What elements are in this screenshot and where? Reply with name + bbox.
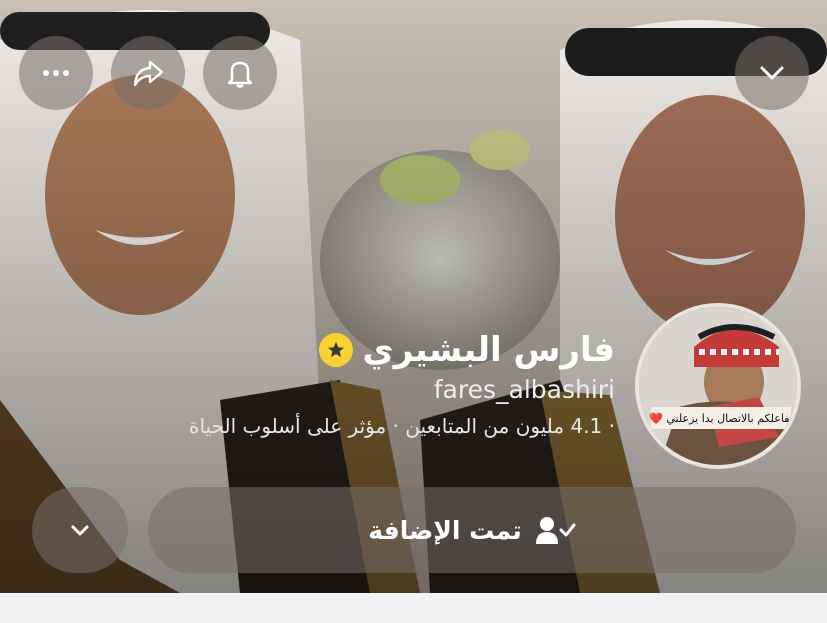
chevron-down-icon	[760, 66, 784, 80]
display-name: فارس البشيري	[362, 330, 615, 370]
chevron-down-icon	[71, 525, 89, 536]
profile-avatar[interactable]: تفاعلكم بالاتصال بدا يزعلني ❤️	[635, 303, 801, 469]
bottom-band	[0, 593, 827, 623]
bell-icon	[227, 61, 253, 88]
person-check-icon	[535, 517, 576, 544]
avatar-caption: تفاعلكم بالاتصال بدا يزعلني ❤️	[649, 407, 793, 429]
bio: · 4.1 مليون من المتابعين · مؤثر على أسلو…	[188, 414, 615, 438]
share-icon	[133, 60, 164, 87]
share-button[interactable]	[111, 36, 185, 110]
added-friend-button[interactable]: تمت الإضافة	[148, 487, 796, 573]
added-label: تمت الإضافة	[368, 515, 522, 545]
notifications-button[interactable]	[203, 36, 277, 110]
avatar-photo	[639, 307, 797, 465]
expand-button[interactable]	[32, 487, 128, 573]
username: fares_albashiri	[433, 375, 615, 404]
profile-hero: تفاعلكم بالاتصال بدا يزعلني ❤️ فارس البش…	[0, 0, 827, 593]
more-options-button[interactable]	[19, 36, 93, 110]
star-badge-icon	[318, 333, 353, 367]
more-icon	[43, 70, 69, 76]
name-row: فارس البشيري	[318, 330, 615, 370]
collapse-button[interactable]	[735, 36, 809, 110]
